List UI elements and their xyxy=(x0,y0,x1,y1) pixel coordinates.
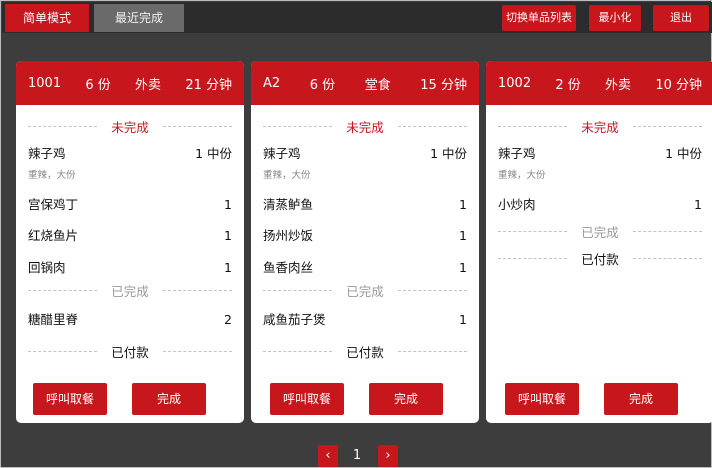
dish-name: 扬州炒饭 xyxy=(263,228,314,243)
dish-qty: 1 xyxy=(224,260,232,275)
dish-row[interactable]: 清蒸鲈鱼 1 xyxy=(263,194,467,213)
dish-note: 重辣，大份 xyxy=(498,170,546,181)
dish-qty: 1 xyxy=(459,260,467,275)
complete-button[interactable]: 完成 xyxy=(132,383,206,415)
dish-row[interactable]: 红烧鱼片 1 xyxy=(28,225,232,244)
chevron-left-icon: ‹ xyxy=(325,448,331,463)
pending-label: 未完成 xyxy=(581,119,619,135)
dish-row[interactable]: 小炒肉 1 xyxy=(498,194,702,213)
done-label: 已完成 xyxy=(111,283,149,299)
call-pickup-button[interactable]: 呼叫取餐 xyxy=(270,383,344,415)
dish-name: 回锅肉 xyxy=(28,260,66,275)
pending-divider: 未完成 xyxy=(498,118,703,135)
order-elapsed-time: 10 分钟 xyxy=(655,77,702,93)
paid-divider: 已付款 xyxy=(263,343,468,360)
dish-row[interactable]: 辣子鸡 1 中份 xyxy=(498,143,702,162)
dish-name: 糖醋里脊 xyxy=(28,312,79,327)
paid-divider: 已付款 xyxy=(498,250,703,267)
order-portions: 2 份 xyxy=(555,77,581,93)
paid-label: 已付款 xyxy=(581,251,619,267)
done-label: 已完成 xyxy=(581,224,619,240)
minimize-button[interactable]: 最小化 xyxy=(589,5,641,31)
dish-row[interactable]: 回锅肉 1 xyxy=(28,257,232,276)
dish-note: 重辣，大份 xyxy=(28,170,76,181)
dish-qty: 1 xyxy=(459,312,467,327)
pending-label: 未完成 xyxy=(111,119,149,135)
app-frame: 简单模式 最近完成 切换单品列表 最小化 退出 1001 6 份 外卖 21 分… xyxy=(0,0,712,468)
prev-page-button[interactable]: ‹ xyxy=(318,445,338,467)
dish-note: 重辣，大份 xyxy=(263,170,311,181)
order-type: 外卖 xyxy=(605,77,632,93)
chevron-right-icon: › xyxy=(385,448,391,463)
tab-recent-completed[interactable]: 最近完成 xyxy=(94,4,184,32)
order-card: 1002 2 份 外卖 10 分钟 未完成 辣子鸡 1 中份 重辣，大份 小炒肉… xyxy=(486,61,712,423)
dish-qty: 1 中份 xyxy=(430,146,467,161)
dish-name: 鱼香肉丝 xyxy=(263,260,314,275)
complete-button[interactable]: 完成 xyxy=(604,383,678,415)
done-label: 已完成 xyxy=(346,283,384,299)
order-portions: 6 份 xyxy=(85,77,111,93)
dish-qty: 1 xyxy=(224,197,232,212)
dish-name: 小炒肉 xyxy=(498,197,536,212)
dish-qty: 2 xyxy=(224,312,232,327)
dish-name: 辣子鸡 xyxy=(263,146,301,161)
order-header: 1001 6 份 外卖 21 分钟 xyxy=(16,61,244,105)
dish-row[interactable]: 鱼香肉丝 1 xyxy=(263,257,467,276)
pending-label: 未完成 xyxy=(346,119,384,135)
dish-row[interactable]: 宫保鸡丁 1 xyxy=(28,194,232,213)
order-elapsed-time: 21 分钟 xyxy=(185,77,232,93)
order-number: 1001 xyxy=(28,75,62,91)
dish-name: 咸鱼茄子煲 xyxy=(263,312,326,327)
order-number: A2 xyxy=(263,75,281,91)
dish-name: 红烧鱼片 xyxy=(28,228,79,243)
call-pickup-button[interactable]: 呼叫取餐 xyxy=(33,383,107,415)
dish-name: 辣子鸡 xyxy=(28,146,66,161)
dish-name: 辣子鸡 xyxy=(498,146,536,161)
order-portions: 6 份 xyxy=(309,77,336,93)
dish-row[interactable]: 辣子鸡 1 中份 xyxy=(263,143,467,162)
pending-divider: 未完成 xyxy=(263,118,468,135)
dish-row-done[interactable]: 糖醋里脊 2 xyxy=(28,309,232,328)
dish-row-done[interactable]: 咸鱼茄子煲 1 xyxy=(263,309,467,328)
order-type: 堂食 xyxy=(364,77,391,93)
switch-item-list-button[interactable]: 切换单品列表 xyxy=(502,5,576,31)
dish-qty: 1 中份 xyxy=(195,146,232,161)
dish-qty: 1 xyxy=(459,197,467,212)
call-pickup-button[interactable]: 呼叫取餐 xyxy=(505,383,579,415)
paid-divider: 已付款 xyxy=(28,343,233,360)
dish-row[interactable]: 扬州炒饭 1 xyxy=(263,225,467,244)
dish-name: 清蒸鲈鱼 xyxy=(263,197,314,212)
order-card: A2 6 份 堂食 15 分钟 未完成 辣子鸡 1 中份 重辣，大份 清蒸鲈鱼 … xyxy=(251,61,479,423)
paid-label: 已付款 xyxy=(346,344,384,360)
dish-qty: 1 xyxy=(459,228,467,243)
done-divider: 已完成 xyxy=(498,223,703,240)
dish-name: 宫保鸡丁 xyxy=(28,197,79,212)
order-type: 外卖 xyxy=(135,77,162,93)
order-header: 1002 2 份 外卖 10 分钟 xyxy=(486,61,712,105)
order-header: A2 6 份 堂食 15 分钟 xyxy=(251,61,479,105)
top-bar: 简单模式 最近完成 切换单品列表 最小化 退出 xyxy=(2,2,712,33)
pending-divider: 未完成 xyxy=(28,118,233,135)
order-card: 1001 6 份 外卖 21 分钟 未完成 辣子鸡 1 中份 重辣，大份 宫保鸡… xyxy=(16,61,244,423)
done-divider: 已完成 xyxy=(28,282,233,299)
exit-button[interactable]: 退出 xyxy=(653,5,709,31)
dish-qty: 1 中份 xyxy=(665,146,702,161)
order-number: 1002 xyxy=(498,75,532,91)
complete-button[interactable]: 完成 xyxy=(369,383,443,415)
tab-simple-mode[interactable]: 简单模式 xyxy=(5,4,89,32)
next-page-button[interactable]: › xyxy=(378,445,398,467)
paid-label: 已付款 xyxy=(111,344,149,360)
dish-qty: 1 xyxy=(224,228,232,243)
order-elapsed-time: 15 分钟 xyxy=(420,77,467,93)
current-page-number: 1 xyxy=(352,448,362,463)
dish-qty: 1 xyxy=(694,197,702,212)
done-divider: 已完成 xyxy=(263,282,468,299)
dish-row[interactable]: 辣子鸡 1 中份 xyxy=(28,143,232,162)
